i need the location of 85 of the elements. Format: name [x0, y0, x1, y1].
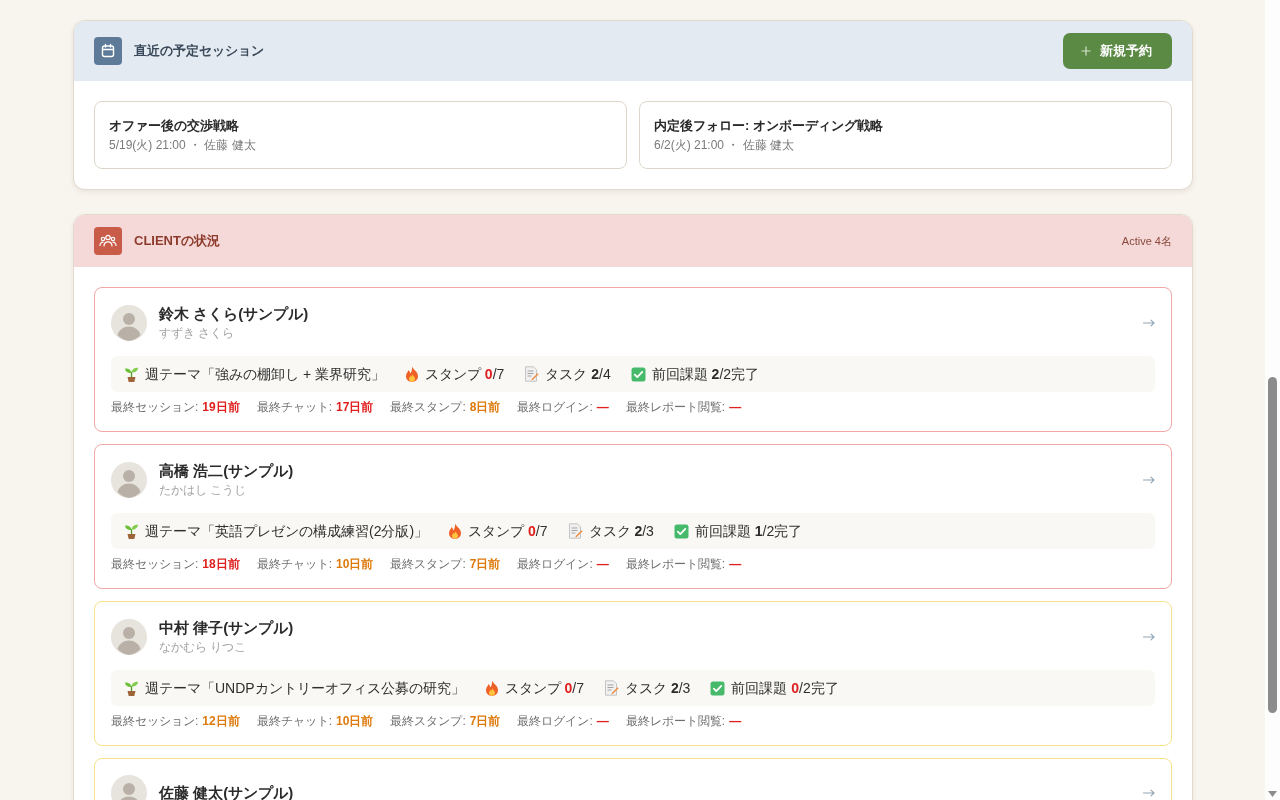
session-title: 内定後フォロー: オンボーディング戦略 — [654, 117, 884, 135]
weekly-theme: 週テーマ「強みの棚卸し + 業界研究」 — [145, 365, 385, 383]
activity-value: — — [729, 399, 742, 415]
session-meta: 5/19(火) 21:00 ・ 佐藤 健太 — [109, 137, 257, 153]
activity-value: 7日前 — [469, 713, 501, 729]
flame-icon — [404, 366, 419, 382]
new-booking-button[interactable]: 新規予約 — [1063, 33, 1172, 69]
activity-label: 最終チャット: — [256, 713, 333, 729]
activity-value: — — [596, 399, 609, 415]
activity-value: — — [729, 713, 742, 729]
flame-icon — [448, 523, 463, 539]
activity-label: 最終チャット: — [256, 399, 333, 415]
avatar-icon — [111, 304, 147, 341]
calendar-icon — [94, 37, 122, 65]
check-icon — [673, 523, 689, 539]
client-kana: すずき さくら — [159, 325, 236, 341]
arrow-right-icon — [1143, 475, 1155, 484]
activity-label: 最終セッション: — [111, 399, 199, 415]
arrow-right-icon — [1143, 632, 1155, 641]
check-icon — [630, 366, 646, 382]
activity-label: 最終レポート閲覧: — [625, 556, 726, 572]
activity-value: 7日前 — [469, 556, 501, 572]
activity-value: 12日前 — [202, 713, 240, 729]
homework-count: 前回課題 0/2完了 — [731, 679, 839, 697]
activity-value: 10日前 — [336, 556, 374, 572]
activity-label: 最終セッション: — [111, 556, 199, 572]
stamp-count: スタンプ 0/7 — [468, 522, 548, 540]
plus-icon — [1079, 44, 1093, 58]
client-card[interactable]: 高橋 浩二(サンプル) たかはし こうじ 週テーマ「英語プレゼンの構成練習(2分版)」 スタンプ 0/7 タスク 2/3 前回課題 1/2完了 最終セッション: 18日前 最終チャット: 10日前 最終スタンプ: 7日前 最終ログイン: — 最終レポート閲覧: — — [94, 444, 1172, 589]
stamp-count: スタンプ 0/7 — [424, 365, 505, 383]
client-kana: なかむら りつこ — [159, 639, 248, 655]
seedling-icon — [124, 366, 139, 382]
group-icon — [94, 227, 122, 255]
avatar-icon — [111, 618, 147, 655]
memo-icon — [524, 366, 540, 382]
homework-count: 前回課題 2/2完了 — [651, 365, 760, 383]
scrollbar-thumb[interactable] — [1268, 377, 1277, 713]
activity-label: 最終レポート閲覧: — [625, 713, 726, 729]
homework-count: 前回課題 1/2完了 — [694, 522, 803, 540]
memo-icon — [567, 523, 583, 539]
client-card[interactable]: 中村 律子(サンプル) なかむら りつこ 週テーマ「UNDPカントリーオフィス公募の研究」 スタンプ 0/7 タスク 2/3 前回課題 0/2完了 最終セッション: 12日前 最終チャット: 10日前 最終スタンプ: 7日前 最終ログイン: — 最終レポート閲覧: — — [94, 601, 1172, 746]
activity-value: 18日前 — [202, 556, 240, 572]
arrow-right-icon — [1143, 318, 1155, 327]
session-card[interactable]: オファー後の交渉戦略 5/19(火) 21:00 ・ 佐藤 健太 — [94, 101, 627, 169]
activity-label: 最終スタンプ: — [390, 713, 466, 729]
activity-label: 最終セッション: — [111, 713, 199, 729]
activity-label: 最終スタンプ: — [390, 399, 466, 415]
session-title: オファー後の交渉戦略 — [109, 117, 240, 135]
activity-label: 最終ログイン: — [517, 556, 593, 572]
client-name: 鈴木 さくら(サンプル) — [159, 304, 309, 324]
panel-title: 直近の予定セッション — [134, 42, 264, 60]
seedling-icon — [124, 680, 139, 696]
activity-label: 最終ログイン: — [517, 399, 593, 415]
avatar-icon — [111, 461, 147, 498]
seedling-icon — [124, 523, 139, 539]
memo-icon — [604, 680, 620, 696]
activity-value: — — [596, 556, 609, 572]
arrow-right-icon — [1143, 789, 1155, 797]
task-count: タスク 2/4 — [545, 365, 611, 383]
client-name: 高橋 浩二(サンプル) — [159, 461, 294, 481]
task-count: タスク 2/3 — [588, 522, 654, 540]
active-count: Active 4名 — [1121, 233, 1172, 249]
check-icon — [710, 680, 726, 696]
activity-label: 最終スタンプ: — [390, 556, 466, 572]
weekly-theme: 週テーマ「英語プレゼンの構成練習(2分版)」 — [145, 522, 429, 540]
activity-label: 最終チャット: — [256, 556, 333, 572]
activity-value: 19日前 — [202, 399, 240, 415]
panel-title: CLIENTの状況 — [134, 232, 220, 250]
scroll-down-icon[interactable] — [1268, 791, 1277, 797]
activity-value: 10日前 — [336, 713, 374, 729]
session-meta: 6/2(火) 21:00 ・ 佐藤 健太 — [654, 137, 796, 153]
activity-value: — — [596, 713, 609, 729]
activity-label: 最終ログイン: — [517, 713, 593, 729]
task-count: タスク 2/3 — [625, 679, 691, 697]
activity-value: — — [729, 556, 742, 572]
client-card[interactable]: 鈴木 さくら(サンプル) すずき さくら 週テーマ「強みの棚卸し + 業界研究」 スタンプ 0/7 タスク 2/4 前回課題 2/2完了 最終セッション: 19日前 最終チャット: 17日前 最終スタンプ: 8日前 最終ログイン: — 最終レポート閲覧: — — [94, 287, 1172, 432]
client-kana: たかはし こうじ — [159, 482, 248, 498]
stamp-count: スタンプ 0/7 — [504, 679, 585, 697]
activity-label: 最終レポート閲覧: — [625, 399, 726, 415]
client-name: 中村 律子(サンプル) — [159, 618, 294, 638]
activity-value: 17日前 — [336, 399, 374, 415]
session-card[interactable]: 内定後フォロー: オンボーディング戦略 6/2(火) 21:00 ・ 佐藤 健太 — [639, 101, 1172, 169]
activity-value: 8日前 — [469, 399, 501, 415]
weekly-theme: 週テーマ「UNDPカントリーオフィス公募の研究」 — [145, 679, 465, 697]
flame-icon — [484, 680, 499, 696]
